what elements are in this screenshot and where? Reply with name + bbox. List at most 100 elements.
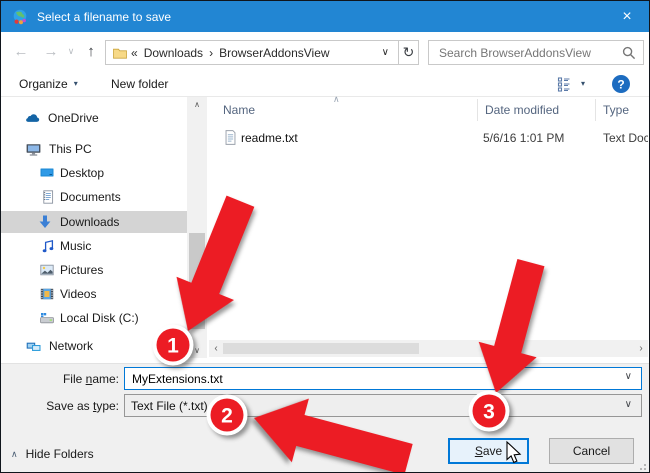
pictures-icon bbox=[40, 264, 54, 276]
save-button[interactable]: Save bbox=[448, 438, 529, 464]
new-folder-label: New folder bbox=[111, 76, 169, 91]
breadcrumb-current[interactable]: BrowserAddonsView bbox=[219, 46, 330, 60]
sort-ascending-icon[interactable]: ∧ bbox=[333, 94, 340, 105]
sidebar-item-videos[interactable]: Videos bbox=[1, 283, 187, 305]
resize-grip[interactable] bbox=[638, 462, 646, 470]
sidebar-item-label: Downloads bbox=[60, 215, 120, 229]
scroll-right-icon[interactable]: › bbox=[634, 340, 648, 357]
column-divider[interactable] bbox=[477, 99, 478, 121]
cancel-label: Cancel bbox=[572, 444, 611, 458]
view-mode-button[interactable]: ▾ bbox=[557, 71, 585, 96]
hide-folders-button[interactable]: ∧ Hide Folders bbox=[11, 444, 94, 464]
sidebar-item-downloads[interactable]: Downloads bbox=[1, 211, 187, 233]
file-row-readme[interactable]: readme.txt 5/6/16 1:01 PM Text Docu bbox=[209, 127, 648, 149]
save-as-type-select[interactable]: Text File (*.txt) ∨ bbox=[124, 394, 642, 417]
forward-icon[interactable]: → bbox=[39, 32, 63, 71]
desktop-icon bbox=[40, 168, 54, 177]
organize-menu[interactable]: Organize ▾ bbox=[19, 71, 78, 96]
downloads-icon bbox=[39, 215, 51, 228]
sidebar-item-desktop[interactable]: Desktop bbox=[1, 162, 187, 184]
scroll-down-icon[interactable]: ∨ bbox=[187, 343, 207, 358]
cancel-button[interactable]: Cancel bbox=[549, 438, 634, 464]
file-type-cell: Text Docu bbox=[603, 131, 648, 145]
sidebar-item-pictures[interactable]: Pictures bbox=[1, 259, 187, 281]
breadcrumb-separator: › bbox=[209, 45, 214, 60]
scrollbar-thumb[interactable] bbox=[189, 233, 205, 329]
view-chevron-icon: ▾ bbox=[581, 79, 586, 88]
save-label: Save bbox=[474, 444, 503, 458]
file-name-cell: readme.txt bbox=[241, 131, 298, 145]
onedrive-cloud-icon bbox=[26, 114, 40, 122]
sidebar-item-label: Pictures bbox=[60, 263, 104, 277]
documents-icon bbox=[43, 190, 54, 204]
title-bar: Select a filename to save × bbox=[1, 1, 649, 32]
sidebar-item-label: Network bbox=[49, 339, 94, 353]
column-header-name[interactable]: Name bbox=[223, 103, 255, 117]
file-name-input[interactable] bbox=[130, 369, 610, 388]
new-folder-button[interactable]: New folder bbox=[111, 71, 168, 96]
help-icon: ? bbox=[612, 74, 630, 93]
sidebar-item-label: Documents bbox=[60, 190, 121, 204]
column-header-type[interactable]: Type bbox=[603, 103, 629, 117]
sidebar-item-onedrive[interactable]: OneDrive bbox=[1, 107, 187, 129]
sidebar-item-label: Local Disk (C:) bbox=[60, 311, 139, 325]
command-toolbar: Organize ▾ New folder ▾ ? bbox=[1, 71, 649, 97]
search-icon bbox=[622, 46, 636, 60]
organize-label: Organize bbox=[19, 76, 68, 91]
column-divider[interactable] bbox=[595, 99, 596, 121]
scroll-left-icon[interactable]: ‹ bbox=[209, 340, 223, 357]
sidebar-item-label: Desktop bbox=[60, 166, 105, 180]
sidebar-scrollbar[interactable]: ∧ ∨ bbox=[187, 97, 207, 358]
up-icon[interactable]: ↑ bbox=[80, 32, 102, 71]
search-box[interactable] bbox=[428, 40, 644, 65]
column-header-date-modified[interactable]: Date modified bbox=[485, 103, 559, 117]
sidebar-item-label: Music bbox=[60, 239, 92, 253]
save-as-type-label: Save as type: bbox=[46, 399, 119, 413]
chevron-down-icon[interactable]: ∨ bbox=[625, 371, 632, 382]
sidebar-item-music[interactable]: Music bbox=[1, 235, 187, 257]
refresh-icon: ↻ bbox=[402, 44, 415, 60]
file-list-horizontal-scrollbar[interactable]: ‹ › bbox=[209, 340, 648, 357]
dialog-content: OneDrive This PC Desktop Documents Downl… bbox=[1, 94, 649, 363]
search-input[interactable] bbox=[437, 42, 615, 63]
this-pc-icon bbox=[26, 144, 41, 156]
sidebar-item-local-disk[interactable]: Local Disk (C:) bbox=[1, 307, 187, 329]
sidebar-item-this-pc[interactable]: This PC bbox=[1, 138, 187, 160]
hide-folders-label: Hide Folders bbox=[25, 447, 94, 461]
close-button[interactable]: × bbox=[605, 1, 649, 32]
file-list-pane: ∧ Name Date modified Type readme.txt 5/6… bbox=[209, 94, 648, 363]
scrollbar-thumb[interactable] bbox=[223, 343, 419, 354]
address-bar[interactable]: « Downloads › BrowserAddonsView ∨ bbox=[105, 40, 399, 65]
organize-chevron-icon: ▾ bbox=[73, 79, 78, 88]
app-icon bbox=[13, 9, 27, 25]
sidebar-item-documents[interactable]: Documents bbox=[1, 186, 187, 208]
address-chevron-icon[interactable]: ∨ bbox=[382, 47, 389, 58]
window-title: Select a filename to save bbox=[37, 9, 172, 24]
file-date-cell: 5/6/16 1:01 PM bbox=[483, 131, 565, 145]
history-chevron-icon[interactable]: ∨ bbox=[63, 32, 79, 71]
refresh-button[interactable]: ↻ bbox=[398, 40, 419, 65]
sidebar-item-label: This PC bbox=[49, 142, 92, 156]
sidebar-item-label: Videos bbox=[60, 287, 97, 301]
save-dialog-window: Select a filename to save × ← → ∨ ↑ « Do… bbox=[0, 0, 650, 473]
save-as-type-value: Text File (*.txt) bbox=[131, 399, 208, 413]
footer-panel: File name: ∨ Save as type: Text File (*.… bbox=[1, 363, 649, 472]
file-name-label: File name: bbox=[62, 372, 119, 386]
navigation-bar: ← → ∨ ↑ « Downloads › BrowserAddonsView … bbox=[1, 32, 649, 71]
svg-text:?: ? bbox=[617, 77, 624, 91]
chevron-down-icon[interactable]: ∨ bbox=[625, 399, 632, 410]
videos-icon bbox=[40, 288, 54, 300]
text-file-icon bbox=[225, 130, 236, 145]
local-disk-icon bbox=[40, 313, 54, 324]
help-button[interactable]: ? bbox=[611, 71, 631, 96]
network-icon bbox=[26, 342, 41, 351]
scroll-up-icon[interactable]: ∧ bbox=[187, 97, 207, 112]
list-view-icon bbox=[557, 76, 570, 92]
back-icon[interactable]: ← bbox=[9, 32, 33, 71]
breadcrumb-collapsed[interactable]: « bbox=[131, 46, 138, 60]
sidebar-item-network[interactable]: Network bbox=[1, 335, 187, 357]
breadcrumb-parent[interactable]: Downloads bbox=[144, 46, 203, 60]
file-name-combobox[interactable]: ∨ bbox=[124, 367, 642, 390]
folder-icon bbox=[113, 48, 127, 59]
sidebar-item-label: OneDrive bbox=[48, 111, 99, 125]
